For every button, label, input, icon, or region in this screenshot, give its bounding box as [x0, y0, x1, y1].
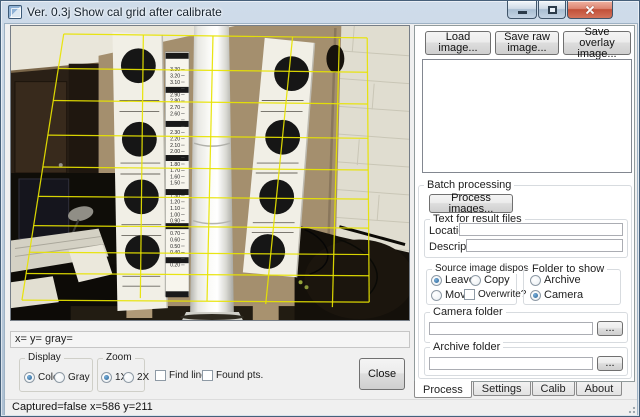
- overwrite-checkbox-icon: [464, 289, 475, 300]
- maximize-button[interactable]: [538, 1, 566, 19]
- svg-text:1.70: 1.70: [170, 168, 180, 174]
- svg-text:0.70: 0.70: [170, 231, 180, 237]
- minimize-button[interactable]: [507, 1, 537, 19]
- tab-process[interactable]: Process: [414, 381, 472, 398]
- svg-text:1.50: 1.50: [170, 181, 180, 187]
- display-group: Display Color Gray: [19, 358, 93, 392]
- radio-copy[interactable]: Copy: [470, 274, 510, 286]
- svg-text:1.30: 1.30: [170, 193, 180, 199]
- radio-copy-icon: [470, 275, 481, 286]
- tab-settings[interactable]: Settings: [473, 382, 531, 396]
- svg-text:2.10: 2.10: [170, 143, 180, 149]
- radio-leave-icon: [431, 275, 442, 286]
- process-tab-page: Load image... Save raw image... Save ove…: [414, 25, 635, 382]
- batch-processing-group: Batch processing Process images... Text …: [418, 185, 632, 379]
- camera-image-view[interactable]: 3.303.203.102.902.802.702.602.302.202.10…: [10, 25, 410, 321]
- found-pts-checkbox-icon: [202, 370, 213, 381]
- display-group-label: Display: [25, 352, 64, 363]
- client-area: 3.303.203.102.902.802.702.602.302.202.10…: [4, 23, 638, 415]
- close-button[interactable]: Close: [359, 358, 405, 390]
- radio-gray[interactable]: Gray: [54, 372, 90, 383]
- svg-text:2.60: 2.60: [170, 111, 180, 117]
- minimize-icon: [518, 11, 527, 14]
- camera-folder-input[interactable]: [429, 322, 593, 335]
- svg-text:1.80: 1.80: [170, 162, 180, 168]
- radio-2x[interactable]: 2X: [123, 372, 149, 383]
- resize-grip[interactable]: [626, 404, 636, 414]
- find-line-checkbox-icon: [155, 370, 166, 381]
- svg-text:2.20: 2.20: [170, 137, 180, 143]
- archive-folder-label: Archive folder: [430, 341, 503, 353]
- radio-camera-icon: [530, 290, 541, 301]
- radio-color-icon: [24, 372, 35, 383]
- svg-text:1.20: 1.20: [170, 200, 180, 206]
- app-window: Ver. 0.3j Show cal grid after calibrate: [0, 0, 640, 417]
- radio-2x-icon: [123, 372, 134, 383]
- svg-text:2.00: 2.00: [170, 149, 180, 155]
- location-input[interactable]: [459, 223, 623, 236]
- svg-text:1.60: 1.60: [170, 174, 180, 180]
- archive-folder-browse-button[interactable]: ...: [597, 356, 623, 371]
- found-pts-checkbox[interactable]: Found pts.: [202, 370, 263, 381]
- archive-folder-group: Archive folder ...: [424, 347, 628, 376]
- radio-archive[interactable]: Archive: [530, 274, 581, 286]
- svg-text:0.90: 0.90: [170, 219, 180, 225]
- radio-1x-icon: [101, 372, 112, 383]
- window-title: Ver. 0.3j Show cal grid after calibrate: [27, 5, 222, 19]
- image-list[interactable]: [422, 59, 632, 173]
- svg-text:0.50: 0.50: [170, 244, 180, 250]
- pixel-readout: x= y= gray=: [10, 331, 410, 348]
- result-files-group: Text for result files Location: Descript…: [424, 219, 628, 258]
- svg-text:2.90: 2.90: [170, 92, 180, 98]
- batch-processing-label: Batch processing: [424, 179, 514, 191]
- radio-archive-icon: [530, 275, 541, 286]
- save-overlay-image-button[interactable]: Save overlay image...: [563, 31, 631, 55]
- radio-leave[interactable]: Leave: [431, 274, 475, 286]
- tab-calib[interactable]: Calib: [532, 382, 575, 396]
- load-image-button[interactable]: Load image...: [425, 31, 491, 55]
- svg-text:3.20: 3.20: [170, 74, 180, 80]
- maximize-icon: [548, 6, 557, 14]
- camera-folder-group: Camera folder ...: [424, 312, 628, 343]
- svg-text:1.00: 1.00: [170, 212, 180, 218]
- status-text: Captured=false x=586 y=211: [12, 401, 153, 413]
- svg-text:2.70: 2.70: [170, 105, 180, 111]
- source-disposition-group: Source image disposition Leave Copy Move: [426, 269, 517, 305]
- save-raw-image-button[interactable]: Save raw image...: [495, 31, 559, 55]
- radio-gray-icon: [54, 372, 65, 383]
- app-icon: [8, 5, 22, 19]
- titlebar[interactable]: Ver. 0.3j Show cal grid after calibrate: [1, 1, 640, 23]
- svg-text:0.20: 0.20: [170, 263, 180, 269]
- radio-move-icon: [431, 290, 442, 301]
- status-bar: Captured=false x=586 y=211: [5, 399, 637, 415]
- svg-text:0.60: 0.60: [170, 237, 180, 243]
- process-images-button[interactable]: Process images...: [429, 194, 513, 213]
- close-window-button[interactable]: [567, 1, 613, 19]
- svg-text:2.30: 2.30: [170, 130, 180, 136]
- find-line-checkbox[interactable]: Find line: [155, 370, 207, 381]
- radio-camera[interactable]: Camera: [530, 289, 583, 301]
- overwrite-checkbox[interactable]: Overwrite?: [464, 289, 526, 300]
- close-icon: [584, 4, 596, 16]
- zoom-group: Zoom 1X 2X: [97, 358, 145, 392]
- description-input[interactable]: [466, 239, 623, 252]
- zoom-group-label: Zoom: [103, 352, 135, 363]
- archive-folder-input[interactable]: [429, 357, 593, 370]
- camera-folder-browse-button[interactable]: ...: [597, 321, 623, 336]
- tab-about[interactable]: About: [576, 382, 623, 396]
- folder-to-show-group: Folder to show Archive Camera: [523, 269, 621, 305]
- svg-text:1.10: 1.10: [170, 206, 180, 212]
- svg-text:3.10: 3.10: [170, 80, 180, 86]
- camera-folder-label: Camera folder: [430, 306, 506, 318]
